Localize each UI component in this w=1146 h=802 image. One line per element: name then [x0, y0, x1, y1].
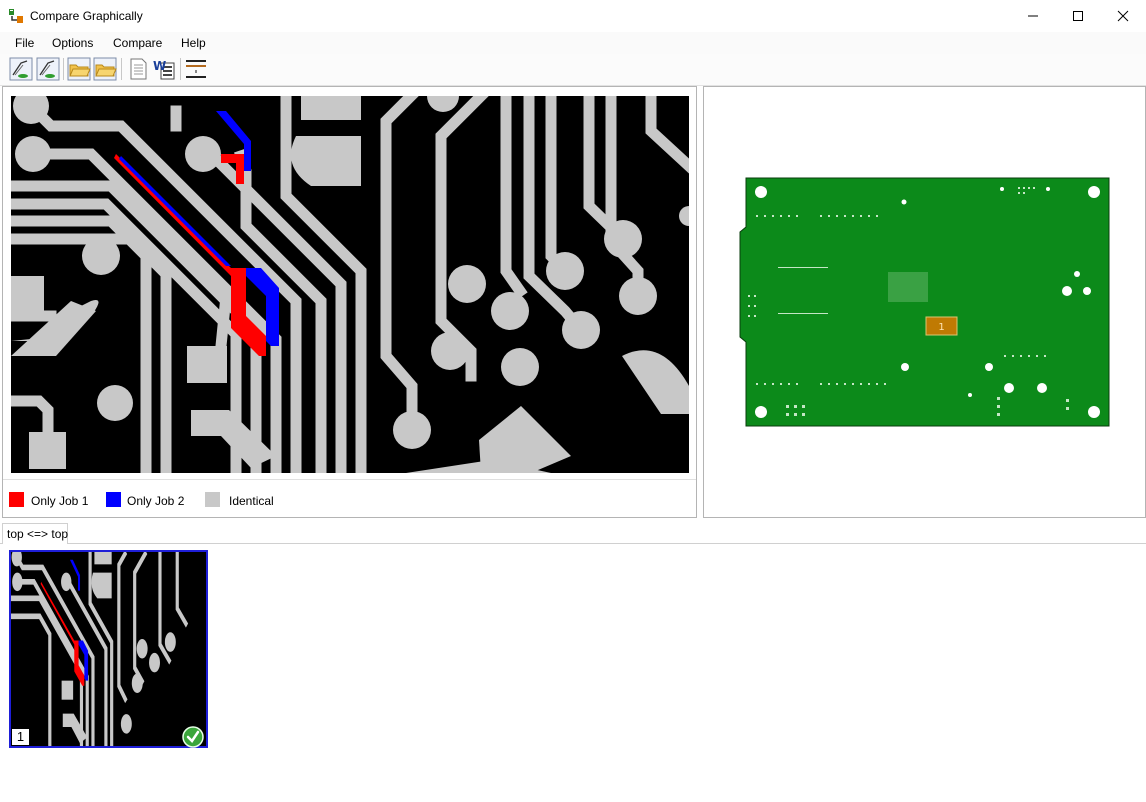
folder-icon: [93, 57, 117, 81]
comparison-view[interactable]: [11, 96, 689, 473]
menu-options[interactable]: Options: [52, 36, 93, 50]
toolbar-separator: [180, 58, 181, 80]
legend-label-only-job-2: Only Job 2: [127, 494, 185, 508]
load-job-1-button[interactable]: [9, 57, 33, 81]
word-export-icon: W: [153, 59, 175, 80]
document-icon: [130, 58, 147, 80]
legend-swatch-only-job-1: [9, 492, 24, 507]
folder-icon: [67, 57, 91, 81]
minimize-icon: [1028, 15, 1038, 17]
menu-bar: [0, 32, 1146, 54]
board-overview[interactable]: 1: [738, 177, 1112, 429]
pcb-load-icon: [9, 57, 33, 81]
menu-file[interactable]: File: [15, 36, 34, 50]
title-bar: [0, 0, 1146, 32]
app-icon: [9, 9, 23, 23]
layer-settings-button[interactable]: [184, 57, 208, 81]
toolbar-separator: [121, 58, 122, 80]
pcb-load-icon: [36, 57, 60, 81]
svg-text:W: W: [153, 59, 166, 73]
thumbnail-number: 1: [11, 728, 30, 746]
legend-swatch-identical: [205, 492, 220, 507]
open-folder-2-button[interactable]: [93, 57, 117, 81]
menu-compare[interactable]: Compare: [113, 36, 162, 50]
toolbar-separator: [63, 58, 64, 80]
maximize-icon: [1073, 11, 1083, 21]
overview-marker-label: 1: [938, 322, 944, 333]
minimize-button[interactable]: [1010, 0, 1056, 32]
tab-strip-line: [0, 543, 1146, 544]
export-word-button[interactable]: W: [152, 57, 176, 81]
load-job-2-button[interactable]: [36, 57, 60, 81]
open-folder-1-button[interactable]: [67, 57, 91, 81]
layer-icon: [186, 60, 206, 78]
tab-top-top-label: top <=> top: [7, 527, 69, 541]
legend-label-only-job-1: Only Job 1: [31, 494, 89, 508]
report-button[interactable]: [126, 57, 150, 81]
window-title: Compare Graphically: [30, 9, 143, 23]
close-icon: [1117, 10, 1129, 22]
legend-separator: [3, 479, 696, 480]
difference-thumbnail[interactable]: [9, 547, 208, 748]
legend-label-identical: Identical: [229, 494, 274, 508]
checkmark-icon: [182, 726, 204, 748]
thumbnail-preview: [11, 547, 206, 746]
legend-swatch-only-job-2: [106, 492, 121, 507]
close-button[interactable]: [1100, 0, 1146, 32]
menu-help[interactable]: Help: [181, 36, 206, 50]
maximize-button[interactable]: [1055, 0, 1101, 32]
